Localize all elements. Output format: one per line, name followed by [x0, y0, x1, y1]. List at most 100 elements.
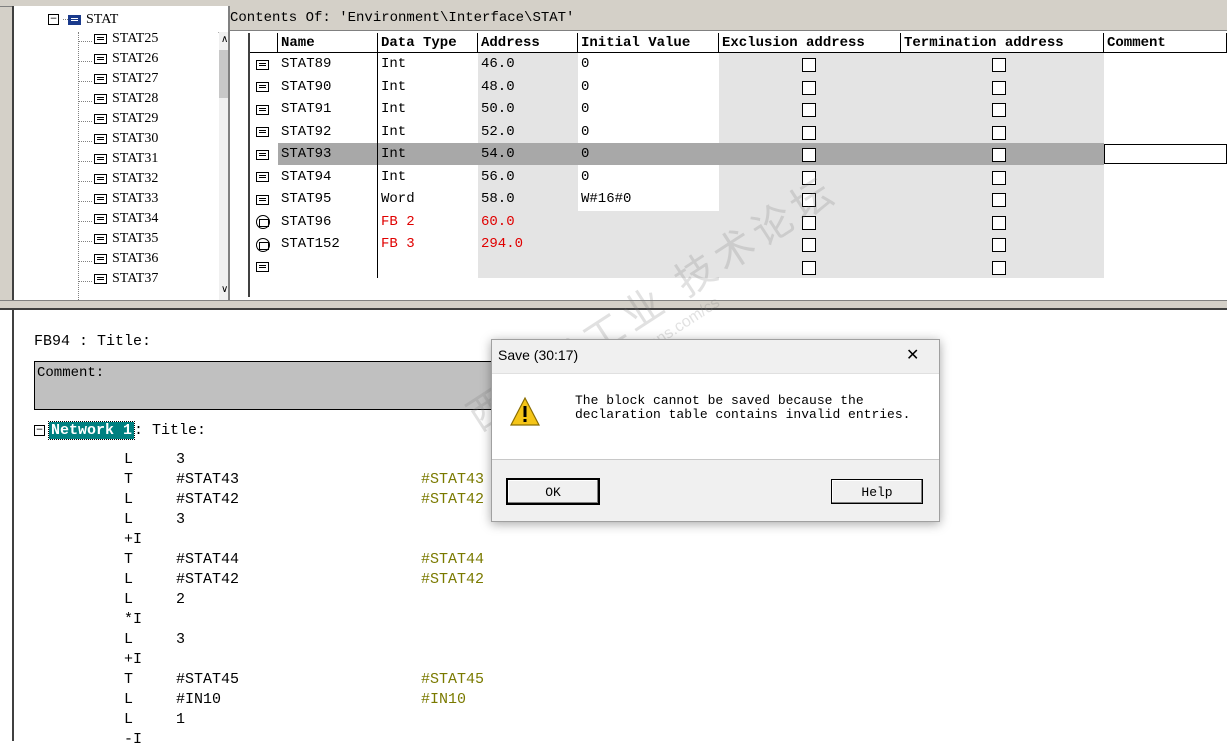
initial-value-cell[interactable]: 0 [578, 76, 589, 98]
code-line[interactable]: L1 [0, 711, 600, 731]
exclusion-address-checkbox[interactable] [802, 103, 816, 117]
column-header[interactable]: Initial Value [578, 33, 719, 53]
tree-item[interactable]: STAT33 [94, 191, 158, 211]
tree-item[interactable]: STAT36 [94, 251, 158, 271]
network-title[interactable]: : Title: [134, 422, 206, 439]
address-cell[interactable]: 54.0 [478, 143, 515, 165]
address-cell[interactable]: 58.0 [478, 188, 515, 210]
column-header[interactable]: Comment [1104, 33, 1227, 53]
exclusion-address-checkbox[interactable] [802, 260, 816, 275]
address-cell[interactable]: 52.0 [478, 121, 515, 143]
table-row[interactable]: STAT152 FB 3 294.0 [250, 233, 1227, 256]
initial-value-cell[interactable]: 0 [578, 98, 589, 120]
termination-address-checkbox[interactable] [992, 238, 1006, 252]
code-line[interactable]: L #STAT42 #STAT42 [0, 571, 600, 591]
data-type-cell[interactable]: FB 3 [378, 233, 415, 255]
network-label[interactable]: Network 1 [47, 421, 136, 440]
code-line[interactable]: L3 [0, 631, 600, 651]
address-cell[interactable] [478, 256, 481, 278]
tree-item[interactable]: STAT31 [94, 151, 158, 171]
tree-item[interactable]: STAT32 [94, 171, 158, 191]
termination-address-checkbox[interactable] [992, 125, 1006, 140]
exclusion-address-checkbox[interactable] [802, 125, 816, 140]
tree-item[interactable]: STAT25 [94, 32, 158, 51]
column-header[interactable]: Exclusion address [719, 33, 901, 53]
block-comment-field[interactable]: Comment: [34, 361, 494, 410]
termination-address-checkbox[interactable] [992, 193, 1006, 207]
initial-value-cell[interactable]: 0 [578, 53, 589, 75]
initial-value-cell[interactable] [578, 211, 581, 233]
exclusion-address-checkbox[interactable] [802, 170, 816, 185]
name-cell[interactable]: STAT94 [278, 166, 331, 188]
termination-address-checkbox[interactable] [992, 215, 1006, 230]
table-row[interactable]: STAT95 Word 58.0 W#16#0 [250, 188, 1227, 211]
tree-root-stat[interactable]: − STAT [48, 12, 118, 32]
table-row[interactable]: STAT90 Int 48.0 0 [250, 75, 1227, 98]
column-header[interactable]: Name [278, 33, 378, 53]
tree-item[interactable]: STAT26 [94, 51, 158, 71]
address-cell[interactable]: 50.0 [478, 98, 515, 120]
table-row[interactable]: STAT91 Int 50.0 0 [250, 98, 1227, 121]
exclusion-address-checkbox[interactable] [802, 238, 816, 252]
code-line[interactable]: *I [0, 611, 600, 631]
table-row[interactable]: STAT96 FB 2 60.0 [250, 210, 1227, 233]
exclusion-address-checkbox[interactable] [802, 58, 816, 72]
code-line[interactable]: -I [0, 731, 600, 751]
address-cell[interactable]: 46.0 [478, 53, 515, 75]
close-icon[interactable]: ✕ [906, 345, 919, 365]
initial-value-cell[interactable] [578, 233, 581, 255]
exclusion-address-checkbox[interactable] [802, 80, 816, 95]
exclusion-address-checkbox[interactable] [802, 215, 816, 230]
initial-value-cell[interactable]: 0 [578, 143, 589, 165]
address-cell[interactable]: 60.0 [478, 211, 515, 233]
table-row[interactable]: STAT93 Int 54.0 0 [250, 143, 1227, 166]
help-button[interactable]: Help [831, 479, 923, 504]
collapse-icon[interactable]: − [34, 424, 45, 436]
table-row[interactable]: STAT89 Int 46.0 0 [250, 53, 1227, 76]
initial-value-cell[interactable]: 0 [578, 166, 589, 188]
table-row[interactable]: STAT94 Int 56.0 0 [250, 165, 1227, 188]
tree-item[interactable]: STAT28 [94, 91, 158, 111]
name-cell[interactable]: STAT95 [278, 188, 331, 210]
termination-address-checkbox[interactable] [992, 260, 1006, 275]
code-line[interactable]: T #STAT44 #STAT44 [0, 551, 600, 571]
data-type-cell[interactable]: Int [378, 166, 406, 188]
block-title[interactable]: FB94 : Title: [34, 333, 151, 350]
table-row[interactable]: STAT92 Int 52.0 0 [250, 120, 1227, 143]
data-type-cell[interactable]: Int [378, 121, 406, 143]
name-cell[interactable]: STAT152 [278, 233, 340, 255]
termination-address-checkbox[interactable] [992, 58, 1006, 72]
termination-address-checkbox[interactable] [992, 170, 1006, 185]
data-type-cell[interactable]: FB 2 [378, 211, 415, 233]
termination-address-checkbox[interactable] [992, 148, 1006, 162]
data-type-cell[interactable]: Int [378, 143, 406, 165]
name-cell[interactable]: STAT96 [278, 211, 331, 233]
exclusion-address-checkbox[interactable] [802, 148, 816, 162]
name-cell[interactable]: STAT89 [278, 53, 331, 75]
collapse-icon[interactable]: − [48, 14, 59, 26]
tree-item[interactable]: STAT30 [94, 131, 158, 151]
column-header[interactable]: Termination address [901, 33, 1104, 53]
ok-button[interactable]: OK [506, 478, 600, 505]
address-cell[interactable]: 48.0 [478, 76, 515, 98]
interface-tree[interactable]: STAT25 STAT26 STAT27 STAT28 STAT29 STAT30 STAT… [14, 32, 218, 300]
name-cell[interactable]: STAT93 [278, 143, 331, 165]
data-type-cell[interactable]: Int [378, 53, 406, 75]
column-header[interactable]: Data Type [378, 33, 478, 53]
column-header[interactable]: Address [478, 33, 578, 53]
initial-value-cell[interactable]: W#16#0 [578, 188, 631, 210]
code-line[interactable]: T #STAT45 #STAT45 [0, 671, 600, 691]
tree-item[interactable]: STAT37 [94, 271, 158, 291]
name-cell[interactable]: STAT92 [278, 121, 331, 143]
tree-item[interactable]: STAT35 [94, 231, 158, 251]
code-line[interactable]: +I [0, 531, 600, 551]
address-cell[interactable]: 294.0 [478, 233, 523, 255]
initial-value-cell[interactable] [578, 256, 581, 278]
tree-item[interactable]: STAT27 [94, 71, 158, 91]
termination-address-checkbox[interactable] [992, 80, 1006, 95]
data-type-cell[interactable] [378, 256, 381, 278]
data-type-cell[interactable]: Int [378, 98, 406, 120]
code-line[interactable]: L2 [0, 591, 600, 611]
data-type-cell[interactable]: Word [378, 188, 415, 210]
comment-edit-field[interactable] [1104, 144, 1227, 164]
